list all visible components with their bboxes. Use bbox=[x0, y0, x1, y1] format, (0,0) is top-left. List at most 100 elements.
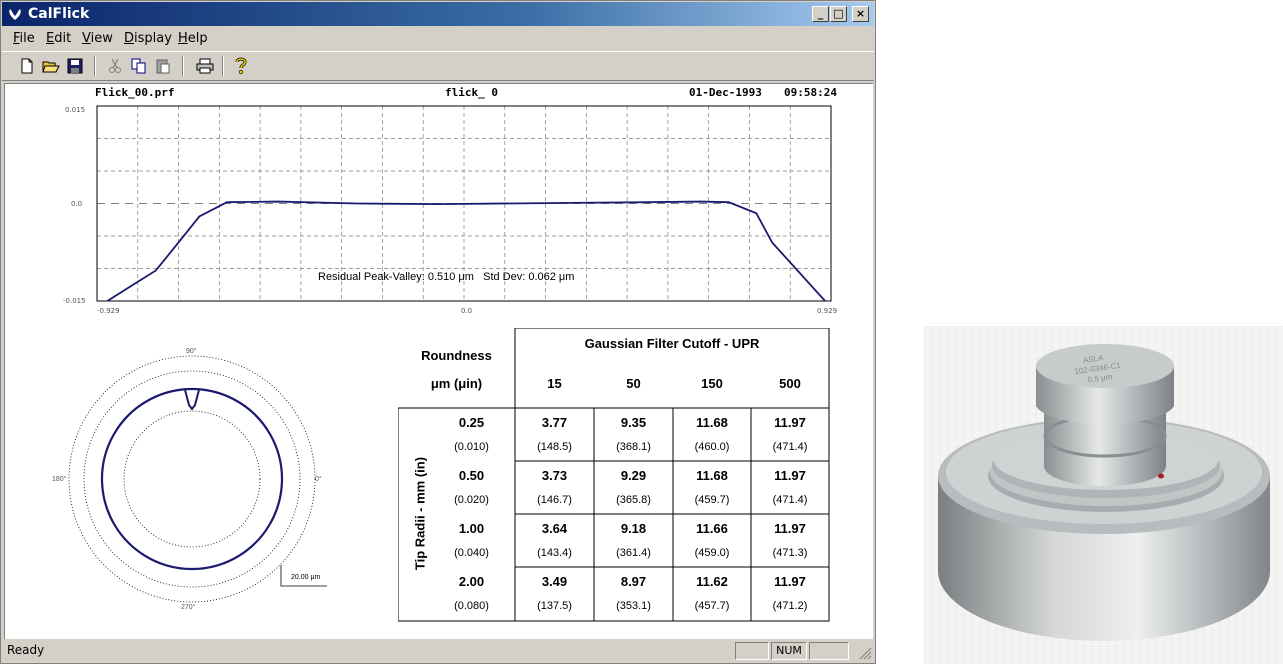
save-button[interactable] bbox=[64, 55, 86, 77]
toolbar-separator bbox=[222, 56, 224, 76]
units-label: μm (μin) bbox=[430, 376, 483, 391]
filter-header: Gaussian Filter Cutoff - UPR bbox=[584, 336, 760, 351]
toolbar bbox=[2, 51, 874, 81]
tip-radius: 2.00 bbox=[458, 574, 485, 589]
status-bar: Ready NUM bbox=[2, 640, 874, 662]
print-icon bbox=[196, 58, 214, 74]
y-tick-top: 0.015 bbox=[65, 106, 85, 114]
paste-button[interactable] bbox=[152, 55, 174, 77]
title-bar[interactable]: CalFlick _ □ × bbox=[2, 2, 874, 26]
roundness-value: 3.73 bbox=[541, 468, 568, 483]
save-icon bbox=[67, 58, 83, 74]
x-tick-left: -0.929 bbox=[97, 307, 120, 315]
x-tick-mid: 0.0 bbox=[461, 307, 472, 315]
status-panel bbox=[809, 642, 849, 660]
document-view[interactable]: Flick_00.prf flick_ 0 01-Dec-1993 09:58:… bbox=[4, 83, 873, 639]
y-tick-bottom: -0.015 bbox=[63, 297, 86, 305]
profile-chart: 0.015 0.0 -0.015 -0.929 0.0 0.929 Residu… bbox=[63, 105, 837, 315]
help-icon bbox=[235, 57, 247, 75]
roundness-label: Roundness bbox=[421, 348, 492, 363]
roundness-value: 3.77 bbox=[541, 415, 568, 430]
roundness-value-uin: (146.7) bbox=[537, 494, 572, 506]
roundness-value-uin: (457.7) bbox=[694, 600, 730, 612]
roundness-table: Gaussian Filter Cutoff - UPR Roundness μ… bbox=[398, 328, 830, 622]
cutoff-150: 150 bbox=[701, 376, 723, 391]
cut-icon bbox=[109, 58, 121, 73]
roundness-value-uin: (368.1) bbox=[616, 441, 651, 453]
roundness-value-uin: (148.5) bbox=[537, 441, 572, 453]
help-button[interactable] bbox=[230, 55, 252, 77]
roundness-value-uin: (459.0) bbox=[694, 547, 730, 559]
roundness-value: 11.97 bbox=[774, 415, 806, 430]
cutoff-500: 500 bbox=[779, 376, 801, 391]
num-lock-indicator: NUM bbox=[771, 642, 807, 660]
menu-view[interactable]: View bbox=[82, 31, 113, 46]
resize-grip-icon[interactable] bbox=[858, 646, 872, 660]
new-file-icon bbox=[21, 58, 33, 74]
menu-file[interactable]: File bbox=[13, 31, 35, 46]
polar-ring bbox=[83, 370, 301, 588]
polar-label-180: 180° bbox=[52, 475, 67, 483]
y-tick-mid: 0.0 bbox=[71, 200, 82, 208]
minimize-button[interactable]: _ bbox=[812, 6, 829, 22]
x-tick-right: 0.929 bbox=[817, 307, 837, 315]
open-folder-icon bbox=[42, 61, 60, 73]
calflick-window: CalFlick _ □ × File Edit View Display He… bbox=[0, 0, 876, 664]
roundness-value: 11.68 bbox=[696, 415, 728, 430]
residual-annotation: Residual Peak-Valley: 0.510 μm Std Dev: … bbox=[318, 271, 574, 283]
toolbar-separator bbox=[182, 56, 184, 76]
status-panel bbox=[735, 642, 769, 660]
tip-radius-in: (0.010) bbox=[454, 441, 489, 453]
tip-radius-in: (0.040) bbox=[454, 547, 489, 559]
roundness-value: 11.66 bbox=[696, 521, 728, 536]
roundness-value-uin: (471.4) bbox=[772, 441, 808, 453]
roundness-value: 3.49 bbox=[541, 574, 568, 589]
menu-display[interactable]: Display bbox=[124, 31, 172, 46]
polar-outer-ring bbox=[68, 355, 316, 603]
flick-standard-photo: ASLA 102-0346-C1 0.5 μm bbox=[924, 326, 1283, 664]
open-button[interactable] bbox=[40, 55, 62, 77]
roundness-value: 9.29 bbox=[620, 468, 647, 483]
menu-edit[interactable]: Edit bbox=[46, 31, 71, 46]
scale-label: 20.00 μm bbox=[291, 574, 320, 581]
new-file-button[interactable] bbox=[16, 55, 38, 77]
status-text: Ready bbox=[7, 643, 45, 657]
tip-radius: 0.50 bbox=[458, 468, 485, 483]
tip-radius: 1.00 bbox=[458, 521, 485, 536]
roundness-value-uin: (471.4) bbox=[772, 494, 808, 506]
roundness-trace bbox=[100, 387, 284, 571]
paste-icon bbox=[156, 59, 170, 74]
close-button[interactable]: × bbox=[852, 6, 869, 22]
menu-help[interactable]: Help bbox=[178, 31, 208, 46]
roundness-value: 11.62 bbox=[696, 574, 728, 589]
app-icon bbox=[9, 9, 21, 20]
roundness-value: 11.97 bbox=[774, 521, 806, 536]
polar-plot: 90° 180° 0° 270° 20.00 μm bbox=[52, 347, 327, 611]
cutoff-15: 15 bbox=[547, 376, 562, 391]
polar-label-270: 270° bbox=[181, 603, 196, 611]
tip-radius-in: (0.020) bbox=[454, 494, 489, 506]
polar-label-0: 0° bbox=[315, 475, 322, 483]
roundness-value-uin: (460.0) bbox=[694, 441, 730, 453]
copy-button[interactable] bbox=[128, 55, 150, 77]
roundness-value-uin: (353.1) bbox=[616, 600, 651, 612]
roundness-value-uin: (471.3) bbox=[772, 547, 808, 559]
flick-notch bbox=[184, 389, 200, 411]
roundness-value: 11.68 bbox=[696, 468, 728, 483]
polar-inner-ring bbox=[123, 410, 261, 548]
menu-bar: File Edit View Display Help bbox=[2, 28, 874, 50]
row-axis-label: Tip Radii - mm (in) bbox=[412, 456, 428, 571]
cutoff-50: 50 bbox=[626, 376, 641, 391]
roundness-value: 11.97 bbox=[774, 574, 806, 589]
roundness-value: 8.97 bbox=[620, 574, 647, 589]
cut-button[interactable] bbox=[104, 55, 126, 77]
roundness-value-uin: (143.4) bbox=[537, 547, 572, 559]
window-title: CalFlick bbox=[28, 6, 90, 22]
roundness-value-uin: (471.2) bbox=[772, 600, 808, 612]
roundness-value: 9.35 bbox=[620, 415, 647, 430]
roundness-value: 3.64 bbox=[541, 521, 568, 536]
tip-radius-in: (0.080) bbox=[454, 600, 489, 612]
maximize-button[interactable]: □ bbox=[830, 6, 847, 22]
roundness-value: 11.97 bbox=[774, 468, 806, 483]
print-button[interactable] bbox=[194, 55, 216, 77]
